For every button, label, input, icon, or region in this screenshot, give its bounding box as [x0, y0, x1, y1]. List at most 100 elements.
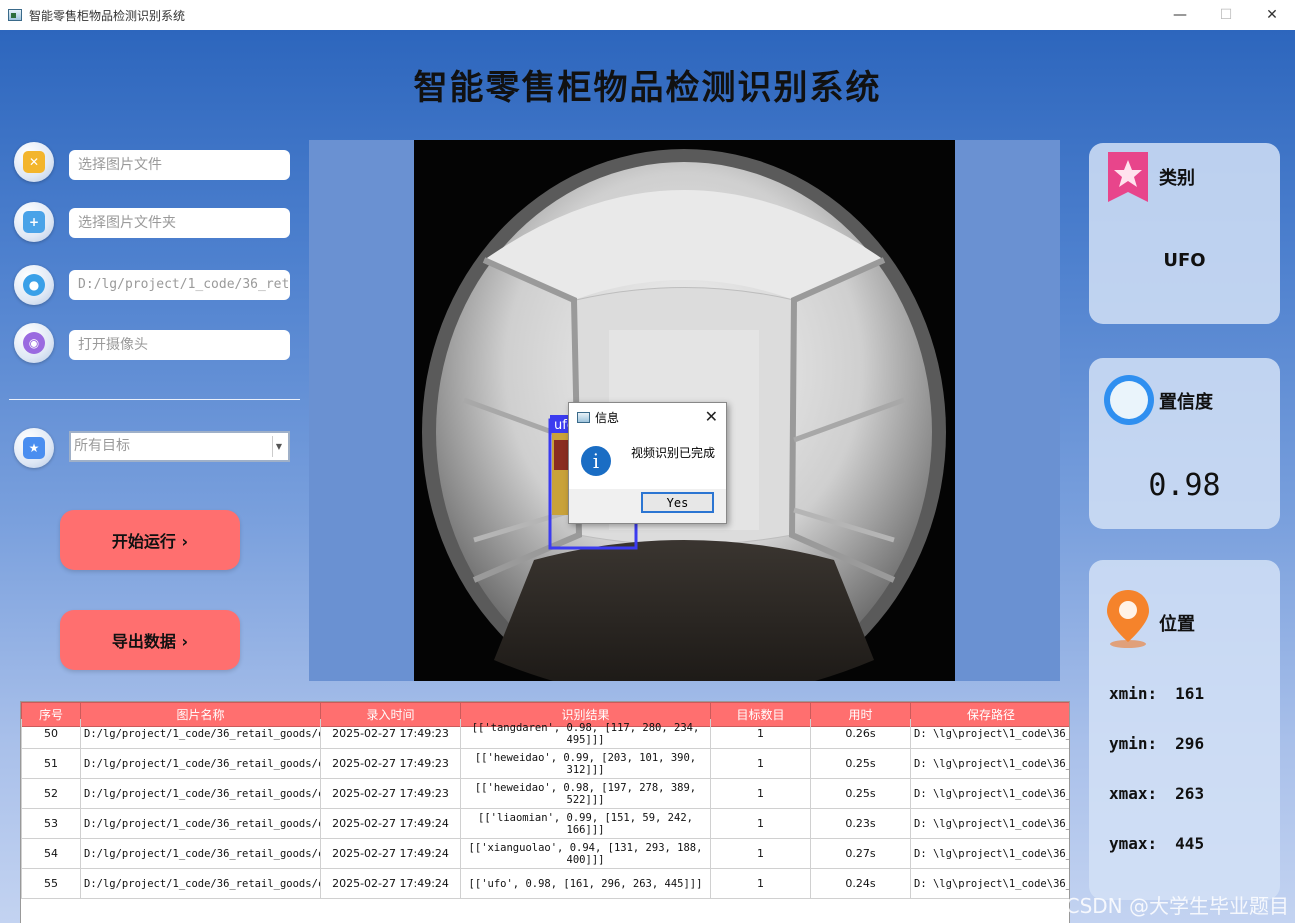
cell-index: 55 [21, 868, 81, 899]
cell-save-path: D: \lg\project\1_code\36_r… [910, 868, 1069, 899]
camera-icon[interactable]: ◉ [14, 323, 54, 363]
chevron-down-icon[interactable]: ▼ [272, 436, 285, 457]
class-label: 类别 [1159, 168, 1195, 189]
close-icon[interactable]: ✕ [705, 407, 718, 426]
cell-duration: 0.26s [810, 718, 911, 749]
target-select[interactable]: 所有目标 ▼ [69, 431, 290, 462]
table-row[interactable]: 54 D:/lg/project/1_code/36_retail_goods/c… [21, 838, 1069, 869]
app-title: 智能零售柜物品检测识别系统 [413, 68, 882, 108]
confidence-ring-icon [1104, 375, 1154, 425]
confidence-card: 置信度 0.98 [1089, 358, 1280, 529]
cell-duration: 0.27s [810, 838, 911, 869]
dialog-titlebar: 信息 [569, 403, 726, 431]
video-icon[interactable]: ● [14, 265, 54, 305]
xmax-value: 263 [1175, 784, 1205, 803]
cell-image-name: D:/lg/project/1_code/36_retail_goods/cod… [80, 778, 321, 809]
xmin-label: xmin: [1109, 684, 1158, 703]
xmin-value: 161 [1175, 684, 1205, 703]
table-row[interactable]: 53 D:/lg/project/1_code/36_retail_goods/c… [21, 808, 1069, 839]
cell-index: 54 [21, 838, 81, 869]
cell-save-path: D: \lg\project\1_code\36_r… [910, 838, 1069, 869]
cell-duration: 0.24s [810, 868, 911, 899]
cell-time: 2025-02-27 17:49:24 [320, 868, 461, 899]
position-card: 位置 xmin: 161 ymin: 296 xmax: 263 ymax: 445 [1089, 560, 1280, 900]
dialog-body: i 视频识别已完成 [569, 431, 726, 489]
confidence-label: 置信度 [1159, 392, 1213, 413]
ymin-value: 296 [1175, 734, 1205, 753]
info-dialog: 信息 ✕ i 视频识别已完成 Yes [568, 402, 727, 524]
cell-index: 50 [21, 718, 81, 749]
cell-count: 1 [710, 748, 811, 779]
cell-count: 1 [710, 808, 811, 839]
cell-result: [['liaomian', 0.99, [151, 59, 242, 166]]… [460, 808, 711, 839]
xmax-row: xmax: 263 [1109, 784, 1204, 803]
cell-image-name: D:/lg/project/1_code/36_retail_goods/cod… [80, 808, 321, 839]
cell-time: 2025-02-27 17:49:23 [320, 718, 461, 749]
cell-save-path: D: \lg\project\1_code\36_r… [910, 748, 1069, 779]
cell-result: [['xianguolao', 0.94, [131, 293, 188, 40… [460, 838, 711, 869]
results-table[interactable]: 序号 图片名称 录入时间 识别结果 目标数目 用时 保存路径 50 D:/lg/p… [20, 701, 1070, 923]
class-card: 类别 UFO [1089, 143, 1280, 324]
ymax-label: ymax: [1109, 834, 1158, 853]
cell-time: 2025-02-27 17:49:23 [320, 778, 461, 809]
ymax-value: 445 [1175, 834, 1205, 853]
cell-time: 2025-02-27 17:49:23 [320, 748, 461, 779]
table-row[interactable]: 51 D:/lg/project/1_code/36_retail_goods/c… [21, 748, 1069, 779]
cell-result: [['heweidao', 0.98, [197, 278, 389, 522]… [460, 778, 711, 809]
window-controls: — ☐ ✕ [1157, 0, 1295, 30]
window-titlebar: 智能零售柜物品检测识别系统 — ☐ ✕ [0, 0, 1295, 30]
cell-result: [['tangdaren', 0.98, [117, 280, 234, 495… [460, 718, 711, 749]
window-title: 智能零售柜物品检测识别系统 [29, 8, 186, 23]
table-row[interactable]: 52 D:/lg/project/1_code/36_retail_goods/c… [21, 778, 1069, 809]
video-path-input[interactable]: D:/lg/project/1_code/36_retail_goods [69, 270, 290, 300]
yes-button[interactable]: Yes [641, 492, 714, 513]
cell-save-path: D: \lg\project\1_code\36_r… [910, 778, 1069, 809]
app-icon [8, 9, 22, 21]
dialog-message: 视频识别已完成 [631, 446, 716, 460]
location-pin-icon [1107, 590, 1149, 648]
cell-index: 52 [21, 778, 81, 809]
info-icon: i [581, 446, 611, 476]
app-icon [577, 411, 590, 423]
cell-save-path: D: \lg\project\1_code\36_r… [910, 718, 1069, 749]
image-file-icon[interactable]: ✕ [14, 142, 54, 182]
folder-icon[interactable]: + [14, 202, 54, 242]
cell-index: 53 [21, 808, 81, 839]
dialog-title: 信息 [595, 410, 620, 425]
maximize-button[interactable]: ☐ [1203, 0, 1249, 30]
divider [9, 399, 300, 400]
ymax-row: ymax: 445 [1109, 834, 1204, 853]
cell-save-path: D: \lg\project\1_code\36_r… [910, 808, 1069, 839]
table-row[interactable]: 50 D:/lg/project/1_code/36_retail_goods/c… [21, 718, 1069, 749]
cell-duration: 0.25s [810, 748, 911, 779]
cell-duration: 0.25s [810, 778, 911, 809]
cell-image-name: D:/lg/project/1_code/36_retail_goods/cod… [80, 838, 321, 869]
cell-result: [['ufo', 0.98, [161, 296, 263, 445]]] [460, 868, 711, 899]
cell-count: 1 [710, 778, 811, 809]
minimize-button[interactable]: — [1157, 0, 1203, 30]
cell-time: 2025-02-27 17:49:24 [320, 838, 461, 869]
ymin-row: ymin: 296 [1109, 734, 1204, 753]
cell-image-name: D:/lg/project/1_code/36_retail_goods/cod… [80, 748, 321, 779]
export-button[interactable]: 导出数据 › [60, 610, 240, 670]
confidence-value: 0.98 [1148, 468, 1221, 503]
star-bookmark-icon [1108, 152, 1148, 202]
target-icon: ★ [14, 428, 54, 468]
cell-duration: 0.23s [810, 808, 911, 839]
close-window-button[interactable]: ✕ [1249, 0, 1295, 30]
table-row[interactable]: 55 D:/lg/project/1_code/36_retail_goods/c… [21, 868, 1069, 899]
xmin-row: xmin: 161 [1109, 684, 1204, 703]
cell-count: 1 [710, 718, 811, 749]
class-value: UFO [1163, 250, 1206, 271]
open-camera-input[interactable]: 打开摄像头 [69, 330, 290, 360]
target-select-value: 所有目标 [74, 438, 130, 454]
start-button[interactable]: 开始运行 › [60, 510, 240, 570]
cell-image-name: D:/lg/project/1_code/36_retail_goods/cod… [80, 718, 321, 749]
cell-count: 1 [710, 838, 811, 869]
main-panel: 智能零售柜物品检测识别系统 ✕ 选择图片文件 + 选择图片文件夹 ● D:/lg… [0, 30, 1295, 923]
xmax-label: xmax: [1109, 784, 1158, 803]
select-folder-input[interactable]: 选择图片文件夹 [69, 208, 290, 238]
cell-index: 51 [21, 748, 81, 779]
select-image-input[interactable]: 选择图片文件 [69, 150, 290, 180]
cell-result: [['heweidao', 0.99, [203, 101, 390, 312]… [460, 748, 711, 779]
